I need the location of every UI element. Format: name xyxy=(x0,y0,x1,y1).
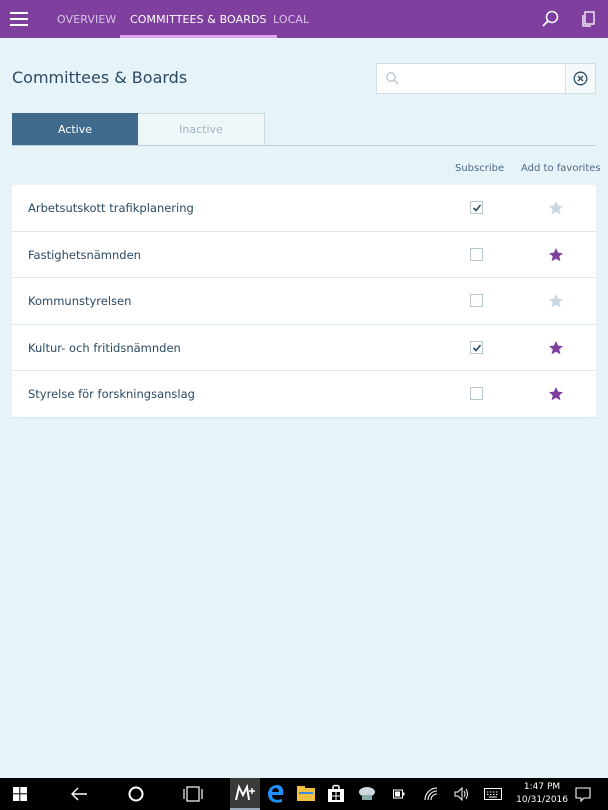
committee-name: Arbetsutskott trafikplanering xyxy=(28,201,194,215)
store-icon[interactable] xyxy=(327,784,345,803)
favorite-star-icon[interactable] xyxy=(548,386,564,402)
tab-label: COMMITTEES & BOARDS xyxy=(130,13,267,26)
wifi-icon[interactable] xyxy=(424,787,438,801)
clock[interactable]: 1:47 PM 10/31/2016 xyxy=(516,781,568,807)
file-explorer-icon[interactable] xyxy=(296,785,316,803)
divider xyxy=(12,145,596,146)
battery-icon[interactable] xyxy=(393,789,405,799)
committee-row[interactable]: Kultur- och fritidsnämnden xyxy=(12,324,596,371)
pages-icon[interactable] xyxy=(580,10,598,28)
checkmark-icon xyxy=(472,343,482,352)
active-filter-button[interactable]: Active xyxy=(12,113,138,146)
favorite-star-icon[interactable] xyxy=(548,340,564,356)
committee-row[interactable]: Styrelse för forskningsanslag xyxy=(12,371,596,418)
committee-row[interactable]: Kommunstyrelsen xyxy=(12,278,596,325)
clock-time: 1:47 PM xyxy=(523,782,561,792)
committee-list: Arbetsutskott trafikplanering Fastighets… xyxy=(12,185,596,418)
committee-name: Kultur- och fritidsnämnden xyxy=(28,340,181,355)
top-nav-bar: OVERVIEW COMMITTEES & BOARDS LOCAL xyxy=(0,0,608,38)
active-tab-indicator xyxy=(120,35,277,38)
search-icon[interactable] xyxy=(541,10,559,28)
clear-search-button[interactable] xyxy=(565,64,595,93)
inactive-filter-button[interactable]: Inactive xyxy=(138,113,265,146)
subscribe-checkbox[interactable] xyxy=(470,294,483,307)
page-title: Committees & Boards xyxy=(12,68,188,87)
cortana-icon[interactable] xyxy=(128,786,144,802)
subscribe-column-header: Subscribe xyxy=(455,163,505,174)
clear-icon xyxy=(573,71,588,86)
committee-row[interactable]: Arbetsutskott trafikplanering xyxy=(12,185,596,232)
task-view-icon[interactable] xyxy=(183,786,203,802)
notifications-icon[interactable] xyxy=(575,787,591,802)
tab-committees-boards[interactable]: COMMITTEES & BOARDS xyxy=(120,0,277,38)
favorites-column-header: Add to favorites xyxy=(521,163,601,174)
committee-name: Fastighetsnämnden xyxy=(28,247,141,262)
taskbar: 1:47 PM 10/31/2016 xyxy=(0,778,608,810)
committee-name: Styrelse för forskningsanslag xyxy=(28,387,195,401)
windows-start-icon[interactable] xyxy=(13,787,27,801)
committee-row[interactable]: Fastighetsnämnden xyxy=(12,231,596,278)
favorite-star-icon[interactable] xyxy=(548,200,564,216)
favorite-star-icon[interactable] xyxy=(548,247,564,263)
volume-icon[interactable] xyxy=(454,787,470,801)
subscribe-checkbox[interactable] xyxy=(470,340,483,354)
edge-icon[interactable] xyxy=(266,784,286,804)
search-input[interactable] xyxy=(403,64,563,93)
favorite-star-icon[interactable] xyxy=(548,293,564,309)
tab-overview[interactable]: OVERVIEW xyxy=(57,0,116,38)
search-icon xyxy=(386,72,399,85)
search-box xyxy=(376,63,596,94)
tab-local[interactable]: LOCAL xyxy=(273,0,309,38)
clock-date: 10/31/2016 xyxy=(516,795,568,805)
subscribe-checkbox[interactable] xyxy=(470,201,483,214)
subscribe-checkbox[interactable] xyxy=(470,247,483,261)
subscribe-checkbox[interactable] xyxy=(470,387,483,400)
back-icon[interactable] xyxy=(70,786,88,802)
menu-icon[interactable] xyxy=(10,12,28,26)
checkmark-icon xyxy=(472,204,482,212)
app-icon[interactable] xyxy=(357,784,377,804)
committee-name: Kommunstyrelsen xyxy=(28,294,132,308)
app-m-icon[interactable] xyxy=(230,778,260,810)
m-plus-icon xyxy=(235,783,255,801)
keyboard-icon[interactable] xyxy=(484,788,502,800)
